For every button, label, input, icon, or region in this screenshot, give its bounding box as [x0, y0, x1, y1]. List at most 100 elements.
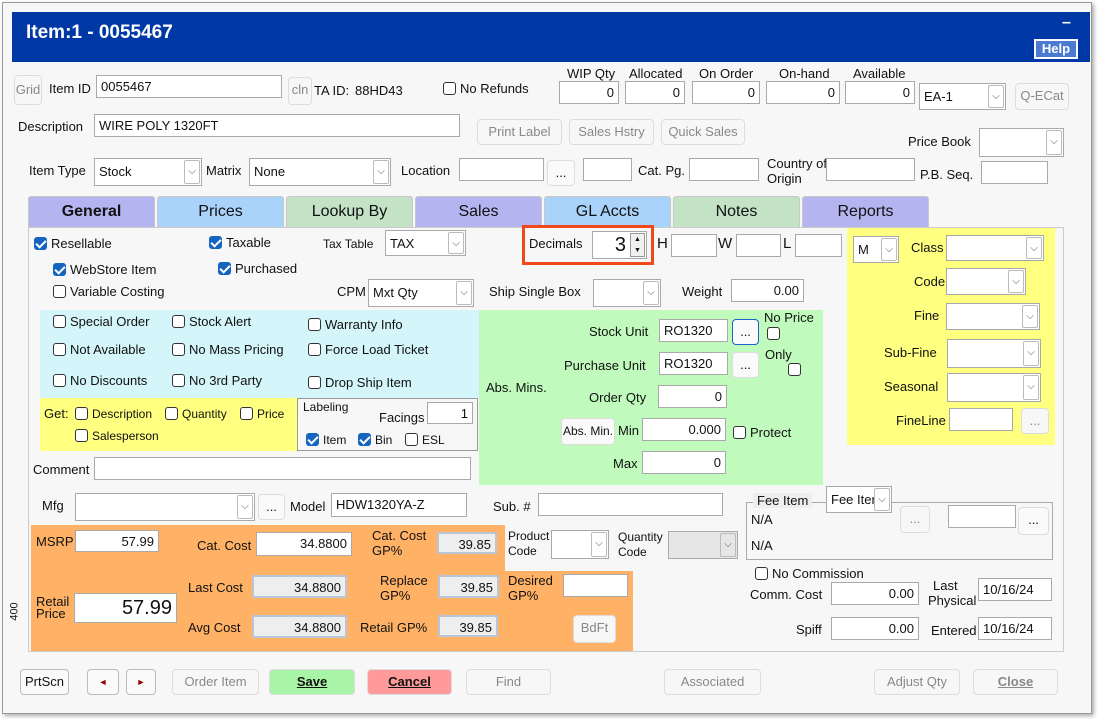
tab-notes[interactable]: Notes [673, 196, 800, 227]
width-input[interactable] [736, 234, 781, 257]
sales-history-button[interactable]: Sales Hstry [569, 119, 654, 145]
tab-prices[interactable]: Prices [157, 196, 284, 227]
no-commission-checkbox[interactable]: No Commission [755, 566, 864, 581]
spinner-arrows-icon[interactable]: ▲ ▼ [630, 233, 645, 257]
force-load-ticket-checkbox[interactable]: Force Load Ticket [308, 342, 428, 357]
tab-sales[interactable]: Sales [415, 196, 542, 227]
resellable-checkbox[interactable]: Resellable [34, 236, 112, 251]
cln-button[interactable]: cln [288, 77, 312, 105]
comment-input[interactable] [94, 457, 471, 480]
product-code-select[interactable]: ⌵ [551, 530, 609, 559]
close-button[interactable]: Close [973, 669, 1058, 695]
taxable-checkbox[interactable]: Taxable [209, 235, 271, 250]
wip-qty-field[interactable]: 0 [559, 81, 619, 104]
seasonal-select[interactable]: ⌵ [947, 373, 1041, 402]
stock-alert-checkbox[interactable]: Stock Alert [172, 314, 251, 329]
minimize-button[interactable]: – [1062, 14, 1071, 32]
item-id-input[interactable]: 0055467 [96, 75, 282, 98]
print-label-button[interactable]: Print Label [477, 119, 562, 145]
purchase-unit-input[interactable]: RO1320 [659, 352, 728, 375]
on-hand-field[interactable]: 0 [766, 81, 840, 104]
tab-general[interactable]: General [28, 196, 155, 227]
no-refunds-checkbox[interactable]: No Refunds [443, 81, 529, 96]
abs-min-button[interactable]: Abs. Min. [561, 418, 615, 445]
pb-seq-input[interactable] [981, 161, 1048, 184]
tab-lookup-by[interactable]: Lookup By [286, 196, 413, 227]
stock-unit-input[interactable]: RO1320 [659, 319, 728, 342]
help-button[interactable]: Help [1034, 39, 1078, 59]
mfg-select[interactable]: ⌵ [75, 493, 255, 521]
drop-ship-item-checkbox[interactable]: Drop Ship Item [308, 375, 412, 390]
tab-reports[interactable]: Reports [802, 196, 929, 227]
available-field[interactable]: 0 [845, 81, 915, 104]
m-select[interactable]: M ⌵ [853, 236, 899, 263]
warranty-info-checkbox[interactable]: Warranty Info [308, 317, 403, 332]
item-type-select[interactable]: Stock ⌵ [94, 158, 202, 186]
not-available-checkbox[interactable]: Not Available [53, 342, 146, 357]
cat-cost-input[interactable]: 34.8800 [256, 532, 352, 556]
save-button[interactable]: Save [269, 669, 355, 695]
no-mass-pricing-checkbox[interactable]: No Mass Pricing [172, 342, 284, 357]
unit-select[interactable]: EA-1 ⌵ [919, 83, 1006, 110]
bdft-button[interactable]: BdFt [573, 615, 616, 643]
tab-gl-accts[interactable]: GL Accts [544, 196, 671, 227]
stock-unit-browse-button[interactable]: ... [732, 319, 759, 345]
sub-fine-select[interactable]: ⌵ [947, 339, 1041, 368]
retail-price-input[interactable]: 57.99 [74, 593, 177, 623]
class-select[interactable]: ⌵ [946, 235, 1044, 261]
fine-select[interactable]: ⌵ [946, 303, 1040, 330]
location-2-input[interactable] [583, 158, 632, 181]
print-screen-button[interactable]: PrtScn [20, 669, 69, 695]
location-input[interactable] [459, 158, 544, 181]
facings-input[interactable]: 1 [427, 402, 473, 424]
weight-input[interactable]: 0.00 [731, 279, 804, 302]
no-price-checkbox[interactable] [767, 327, 780, 340]
description-input[interactable]: WIRE POLY 1320FT [94, 114, 460, 137]
fee-input[interactable] [948, 505, 1016, 528]
height-input[interactable] [671, 234, 717, 257]
cancel-button[interactable]: Cancel [367, 669, 452, 695]
price-book-select[interactable]: ⌵ [979, 128, 1064, 157]
webstore-item-checkbox[interactable]: WebStore Item [53, 262, 156, 277]
on-order-field[interactable]: 0 [692, 81, 760, 104]
protect-checkbox[interactable]: Protect [733, 425, 791, 440]
get-salesperson-checkbox[interactable]: Salesperson [75, 429, 159, 444]
matrix-select[interactable]: None ⌵ [249, 158, 391, 186]
cpm-select[interactable]: Mxt Qty ⌵ [368, 279, 474, 307]
comm-cost-input[interactable]: 0.00 [831, 582, 919, 605]
order-qty-input[interactable]: 0 [658, 385, 727, 408]
no-discounts-checkbox[interactable]: No Discounts [53, 373, 147, 388]
tax-table-select[interactable]: TAX ⌵ [385, 230, 466, 256]
fee-browse-button-2[interactable]: ... [1018, 507, 1049, 535]
q-ecat-button[interactable]: Q-ECat [1015, 83, 1069, 110]
grid-button[interactable]: Grid [14, 75, 42, 105]
last-physical-input[interactable]: 10/16/24 [978, 578, 1052, 601]
max-input[interactable]: 0 [642, 451, 726, 474]
allocated-field[interactable]: 0 [625, 81, 685, 104]
special-order-checkbox[interactable]: Special Order [53, 314, 149, 329]
msrp-input[interactable]: 57.99 [75, 530, 159, 552]
adjust-qty-button[interactable]: Adjust Qty [874, 669, 960, 695]
previous-button[interactable]: ◄ [87, 669, 119, 695]
label-item-checkbox[interactable]: Item [306, 433, 346, 448]
variable-costing-checkbox[interactable]: Variable Costing [53, 284, 164, 299]
spiff-input[interactable]: 0.00 [831, 617, 919, 640]
label-bin-checkbox[interactable]: Bin [358, 433, 392, 448]
mfg-browse-button[interactable]: ... [258, 494, 285, 520]
fineline-input[interactable] [949, 408, 1013, 431]
order-item-button[interactable]: Order Item [172, 669, 259, 695]
only-checkbox[interactable] [787, 363, 801, 376]
country-input[interactable] [826, 158, 915, 181]
get-quantity-checkbox[interactable]: Quantity [165, 407, 227, 422]
length-input[interactable] [795, 234, 842, 257]
find-button[interactable]: Find [466, 669, 551, 695]
code-select[interactable]: ⌵ [946, 268, 1026, 295]
associated-button[interactable]: Associated [664, 669, 761, 695]
no-3rd-party-checkbox[interactable]: No 3rd Party [172, 373, 262, 388]
fee-browse-button[interactable]: ... [900, 506, 930, 533]
model-input[interactable]: HDW1320YA-Z [331, 493, 467, 517]
fineline-browse-button[interactable]: ... [1021, 408, 1049, 434]
entered-input[interactable]: 10/16/24 [978, 617, 1052, 640]
purchased-checkbox[interactable]: Purchased [218, 261, 297, 276]
location-browse-button[interactable]: ... [547, 160, 575, 186]
